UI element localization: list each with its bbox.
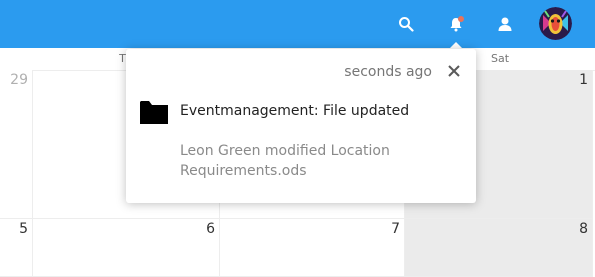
day-number: 7 — [391, 221, 400, 237]
top-header — [0, 0, 595, 48]
search-icon — [399, 17, 414, 32]
contacts-icon — [498, 17, 512, 31]
folder-icon — [140, 101, 168, 124]
notifications-button[interactable] — [440, 8, 472, 40]
close-icon — [448, 65, 460, 77]
contacts-button[interactable] — [489, 8, 521, 40]
notification-timestamp: seconds ago — [344, 64, 432, 80]
notification-message: Leon Green modified Location Requirement… — [180, 143, 390, 179]
calendar-app: Th Sat 29 1 5 6 7 8 seconds ago — [0, 0, 595, 277]
day-number: 8 — [579, 221, 588, 237]
day-cell[interactable]: 7 — [220, 219, 405, 277]
notification-indicator — [458, 16, 464, 22]
avatar-image — [539, 7, 572, 40]
dismiss-notification-button[interactable] — [446, 63, 462, 79]
day-number: 6 — [206, 221, 215, 237]
day-cell[interactable]: 6 — [33, 219, 220, 277]
day-number: 5 — [19, 221, 28, 237]
notification-popover: seconds ago Eventmanagement: File update… — [126, 49, 476, 203]
search-button[interactable] — [390, 8, 422, 40]
user-avatar[interactable] — [539, 7, 572, 40]
day-number: 1 — [579, 72, 588, 88]
day-cell[interactable]: 29 — [0, 70, 33, 219]
day-cell[interactable]: 5 — [0, 219, 33, 277]
day-cell[interactable]: 8 — [405, 219, 593, 277]
day-number: 29 — [10, 72, 28, 88]
notification-subject[interactable]: Eventmanagement: File updated — [180, 103, 409, 119]
day-header-label: Sat — [490, 52, 510, 65]
